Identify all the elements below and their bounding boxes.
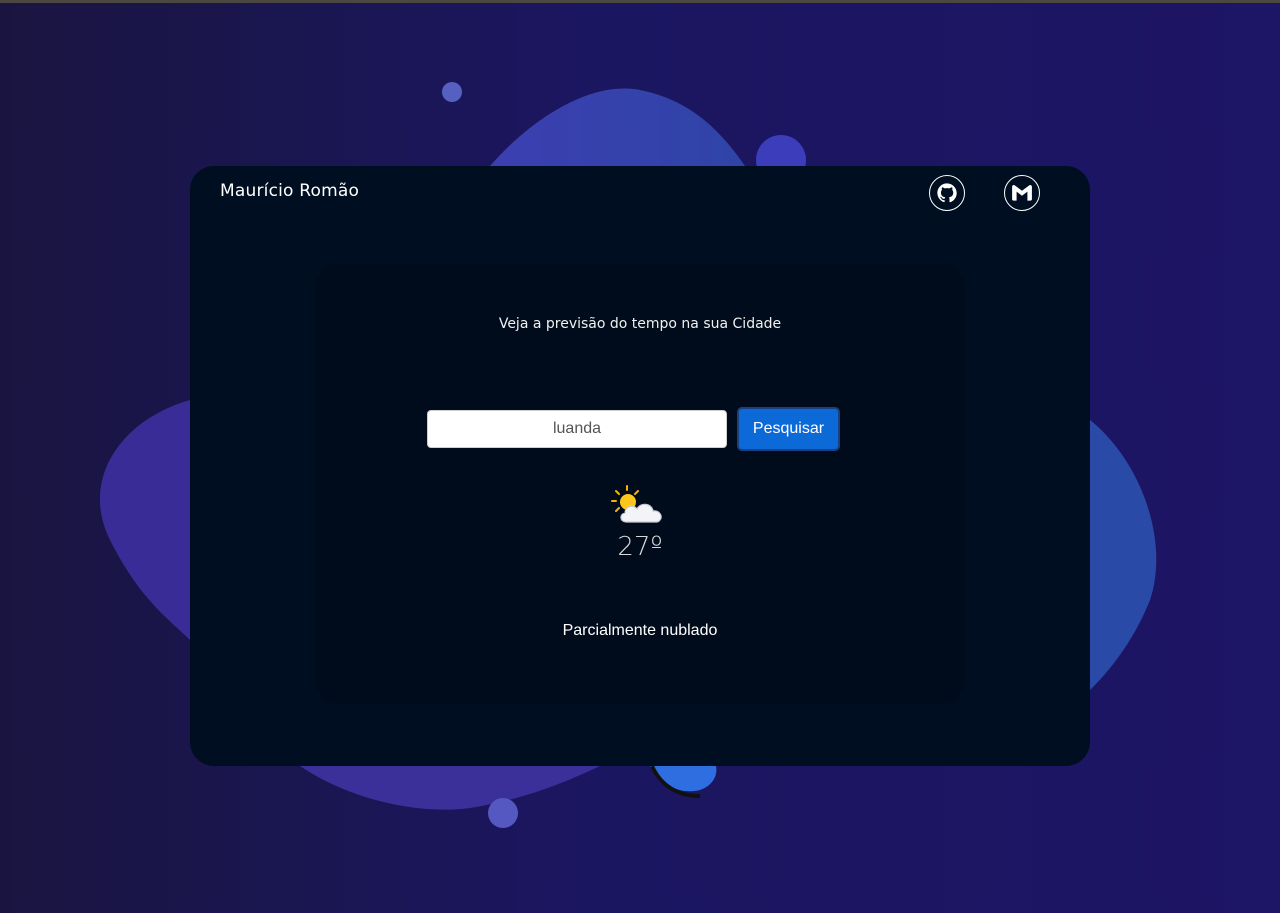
gmail-link[interactable] [1004, 175, 1040, 211]
brand-name: Maurício Romão [220, 181, 360, 201]
partly-cloudy-icon [611, 485, 662, 523]
search-button[interactable]: Pesquisar [737, 407, 840, 451]
github-link[interactable] [929, 175, 965, 211]
city-search-input[interactable] [427, 410, 727, 448]
github-icon [937, 183, 957, 203]
search-prompt: Veja a previsão do tempo na sua Cidade [498, 316, 782, 332]
temperature-value: 27º [617, 532, 663, 562]
weather-description: Parcialmente nublado [562, 622, 718, 639]
weather-panel: Veja a previsão do tempo na sua Cidade P… [315, 264, 965, 704]
main-card: Maurício Romão Veja a previsão do tempo … [190, 166, 1090, 766]
gmail-icon [1012, 185, 1032, 201]
